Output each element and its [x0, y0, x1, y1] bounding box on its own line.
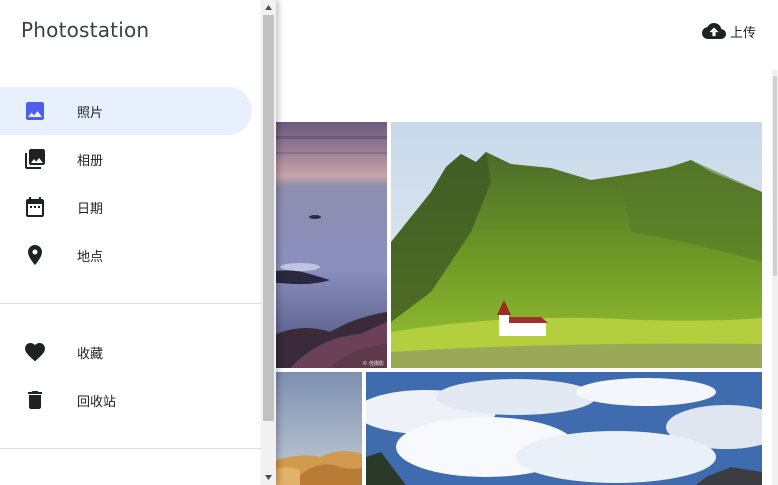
- navigation-drawer: Photostation 照片 相册 日期 地点 收藏 回收站: [0, 0, 261, 485]
- nav-item-trash[interactable]: 回收站: [0, 376, 252, 424]
- scroll-down-arrow-icon[interactable]: [261, 470, 276, 485]
- heart-icon: [23, 340, 47, 364]
- upload-label: 上传: [730, 25, 757, 41]
- nav-divider: [0, 448, 261, 449]
- photo-thumbnail-clouds[interactable]: [366, 372, 762, 485]
- trash-icon: [23, 388, 47, 412]
- app-title: Photostation: [21, 18, 150, 42]
- photo-thumbnail-seascape[interactable]: © 佳摄影: [270, 122, 387, 368]
- nav-item-label: 地点: [77, 250, 104, 265]
- content-scrollbar-thumb[interactable]: [773, 76, 777, 276]
- calendar-icon: [23, 195, 47, 219]
- photo-thumbnail-mountain-church[interactable]: [391, 122, 762, 368]
- cloud-upload-icon: [700, 18, 728, 44]
- nav-divider: [0, 303, 261, 304]
- drawer-scrollbar[interactable]: [261, 0, 276, 485]
- photo-thumbnail-desert[interactable]: [270, 372, 362, 485]
- nav-item-label: 照片: [77, 106, 104, 121]
- scroll-up-arrow-icon[interactable]: [261, 0, 276, 15]
- nav-item-label: 相册: [77, 154, 104, 169]
- photo-watermark: © 佳摄影: [362, 361, 384, 367]
- content-scrollbar[interactable]: [772, 70, 778, 485]
- nav-item-photos[interactable]: 照片: [0, 87, 252, 135]
- photo-icon: [23, 99, 47, 123]
- location-pin-icon: [23, 243, 47, 267]
- upload-button[interactable]: 上传: [700, 18, 756, 44]
- drawer-scrollbar-thumb[interactable]: [263, 15, 274, 421]
- app-window: 上传 © 佳摄影 Photostation 照片 相册 日期 地点 收藏 回收站: [0, 0, 778, 485]
- nav-item-places[interactable]: 地点: [0, 231, 252, 279]
- photo-library-icon: [23, 147, 47, 171]
- nav-item-dates[interactable]: 日期: [0, 183, 252, 231]
- nav-item-albums[interactable]: 相册: [0, 135, 252, 183]
- nav-item-label: 日期: [77, 202, 104, 217]
- nav-item-favorites[interactable]: 收藏: [0, 328, 252, 376]
- nav-item-label: 回收站: [77, 395, 117, 410]
- nav-item-label: 收藏: [77, 347, 104, 362]
